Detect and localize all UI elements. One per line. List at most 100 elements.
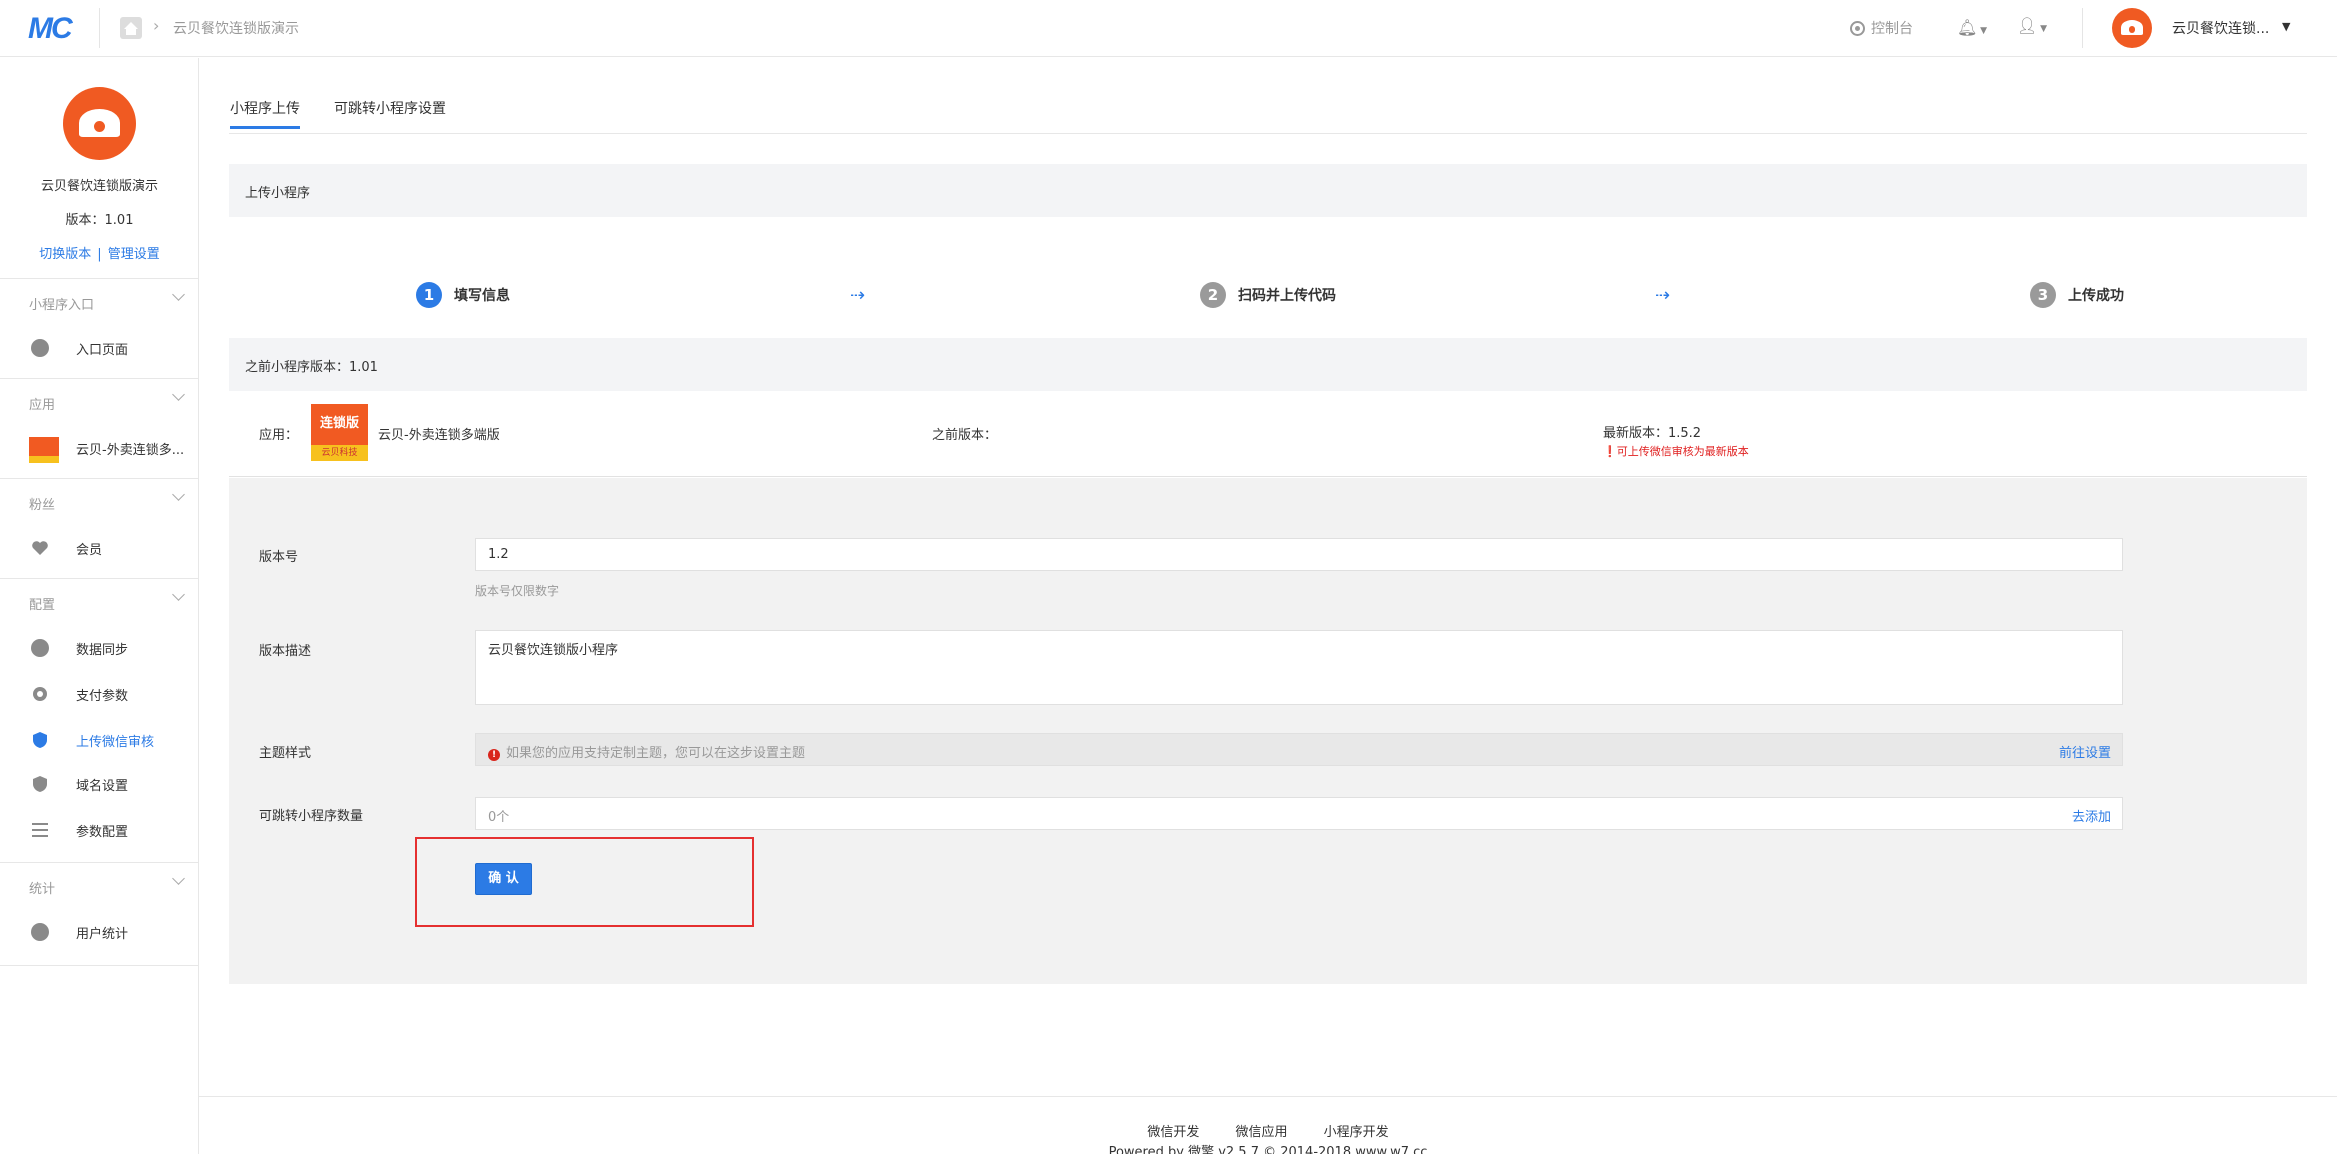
account-avatar[interactable] — [2112, 8, 2152, 48]
user-icon: 👤︎ — [2017, 16, 2038, 35]
step-scan-upload: 2 扫码并上传代码 — [1200, 282, 1336, 308]
footer-link[interactable]: 微信应用 — [1235, 1125, 1287, 1140]
step-success: 3 上传成功 — [2030, 282, 2124, 308]
arrow-right-icon: ⇢ — [1655, 285, 1671, 306]
app-label: 应用： — [259, 428, 299, 443]
footer-link[interactable]: 小程序开发 — [1324, 1125, 1389, 1140]
sidebar-item-param-config[interactable]: 参数配置 — [0, 808, 199, 852]
app-thumbnail — [29, 437, 59, 463]
jump-count-value: 0个 — [488, 810, 510, 825]
upload-panel-header: 上传小程序 — [229, 164, 2307, 217]
section-title: 小程序入口 — [29, 298, 95, 313]
step-label: 上传成功 — [2068, 288, 2124, 304]
user-dropdown[interactable]: 👤︎ ▼ — [2017, 16, 2047, 35]
account-name[interactable]: 云贝餐饮连锁... — [2172, 18, 2269, 38]
upload-warning: ❗可上传微信审核为最新版本 — [1603, 445, 1749, 458]
sidebar-section-entry[interactable]: 小程序入口 — [0, 278, 199, 326]
chevron-down-icon — [172, 388, 185, 401]
home-icon[interactable] — [120, 17, 142, 39]
panel-title: 上传小程序 — [245, 186, 311, 201]
sidebar-item-domain-settings[interactable]: 域名设置 — [0, 762, 199, 806]
shield-icon — [33, 732, 47, 748]
chevron-down-icon — [172, 872, 185, 885]
sidebar-links: 切换版本 | 管理设置 — [0, 243, 199, 262]
section-title: 粉丝 — [29, 498, 56, 513]
chevron-down-icon — [172, 588, 185, 601]
sidebar-section-config[interactable]: 配置 — [0, 578, 199, 626]
latest-version: 最新版本：1.5.2 — [1603, 426, 1702, 441]
sidebar-item-upload-review[interactable]: 上传微信审核 — [0, 718, 199, 762]
sidebar-item-label: 用户统计 — [76, 927, 129, 942]
sidebar-item-label: 会员 — [76, 543, 103, 558]
dashboard-icon — [1850, 20, 1865, 36]
sidebar-item-entry-page[interactable]: 入口页面 — [0, 326, 199, 370]
manage-settings-link[interactable]: 管理设置 — [108, 247, 160, 262]
caret-down-icon[interactable]: ▼ — [2282, 20, 2290, 33]
link-icon — [31, 339, 49, 357]
step-number: 1 — [416, 282, 442, 308]
panel-title: 之前小程序版本：1.01 — [245, 360, 378, 375]
version-help: 版本号仅限数字 — [475, 584, 560, 598]
sidebar-item-app[interactable]: 云贝-外卖连锁多... — [0, 426, 199, 470]
shield-icon — [33, 776, 47, 792]
sidebar-item-payment-params[interactable]: 支付参数 — [0, 672, 199, 716]
tab-upload[interactable]: 小程序上传 — [230, 98, 300, 129]
account-logo — [63, 87, 136, 160]
caret-down-icon: ▼ — [1977, 26, 1988, 36]
tab-bar: 小程序上传 可跳转小程序设置 — [229, 58, 2307, 134]
alert-icon: ! — [488, 749, 500, 761]
add-jump-link[interactable]: 去添加 — [2072, 806, 2111, 825]
description-label: 版本描述 — [259, 644, 312, 659]
site-logo[interactable]: MC — [28, 12, 73, 46]
description-textarea[interactable]: 云贝餐饮连锁版小程序 — [475, 630, 2123, 705]
section-title: 应用 — [29, 398, 56, 413]
version-input[interactable]: 1.2 — [475, 538, 2123, 571]
bell-icon: 🔔︎ — [1957, 18, 1978, 37]
app-logo: 连锁版 云贝科技 — [311, 404, 368, 461]
top-bar: MC › 云贝餐饮连锁版演示 控制台 🔔︎ ▼ 👤︎ ▼ 云贝餐饮连锁... ▼ — [0, 0, 2337, 57]
link-icon — [31, 639, 49, 657]
theme-notice-text: 如果您的应用支持定制主题，您可以在这步设置主题 — [506, 746, 806, 761]
tab-jump-settings[interactable]: 可跳转小程序设置 — [334, 98, 446, 118]
section-title: 统计 — [29, 882, 56, 897]
breadcrumb[interactable]: 云贝餐饮连锁版演示 — [173, 18, 299, 38]
sidebar-section-apps[interactable]: 应用 — [0, 378, 199, 426]
section-title: 配置 — [29, 598, 56, 613]
sidebar-item-label: 参数配置 — [76, 825, 129, 840]
app-name: 云贝-外卖连锁多端版 — [378, 428, 500, 443]
footer-link[interactable]: 微信开发 — [1147, 1125, 1199, 1140]
version-label: 版本号 — [259, 550, 299, 565]
sidebar-item-label: 入口页面 — [76, 343, 129, 358]
list-icon — [32, 823, 48, 837]
sidebar-item-label: 云贝-外卖连锁多... — [76, 443, 185, 458]
theme-notice: ! 如果您的应用支持定制主题，您可以在这步设置主题 前往设置 — [475, 733, 2123, 766]
sidebar-item-members[interactable]: 会员 — [0, 526, 199, 570]
switch-version-link[interactable]: 切换版本 — [39, 247, 91, 262]
prev-version-label: 之前版本： — [932, 428, 998, 443]
sidebar-item-label: 数据同步 — [76, 643, 129, 658]
theme-settings-link[interactable]: 前往设置 — [2059, 742, 2111, 761]
sidebar-item-label: 支付参数 — [76, 689, 129, 704]
caret-down-icon: ▼ — [2037, 24, 2048, 34]
jump-count-field: 0个 去添加 — [475, 797, 2123, 830]
notification-dropdown[interactable]: 🔔︎ ▼ — [1957, 18, 1987, 37]
divider — [2082, 8, 2083, 48]
sidebar-version: 版本：1.01 — [65, 213, 134, 228]
powered-by: Powered by 微擎 v2.5.7 © 2014-2018 www.w7.… — [1108, 1145, 1428, 1154]
prev-version-header: 之前小程序版本：1.01 — [229, 338, 2307, 391]
sidebar-item-label: 上传微信审核 — [76, 735, 155, 750]
jump-count-label: 可跳转小程序数量 — [259, 809, 364, 824]
step-number: 3 — [2030, 282, 2056, 308]
refresh-icon — [31, 923, 49, 941]
console-label: 控制台 — [1871, 21, 1913, 37]
app-logo-text: 连锁版 — [319, 416, 359, 431]
sidebar-section-stats[interactable]: 统计 — [0, 862, 199, 910]
sidebar-section-fans[interactable]: 粉丝 — [0, 478, 199, 526]
sidebar-item-data-sync[interactable]: 数据同步 — [0, 626, 199, 670]
divider — [0, 965, 199, 966]
sidebar-item-user-stats[interactable]: 用户统计 — [0, 910, 199, 954]
separator: | — [97, 247, 102, 262]
confirm-button[interactable]: 确 认 — [475, 863, 532, 895]
app-info-row: 应用： 连锁版 云贝科技 云贝-外卖连锁多端版 之前版本： 最新版本：1.5.2… — [229, 390, 2307, 477]
console-link[interactable]: 控制台 — [1850, 18, 1913, 38]
